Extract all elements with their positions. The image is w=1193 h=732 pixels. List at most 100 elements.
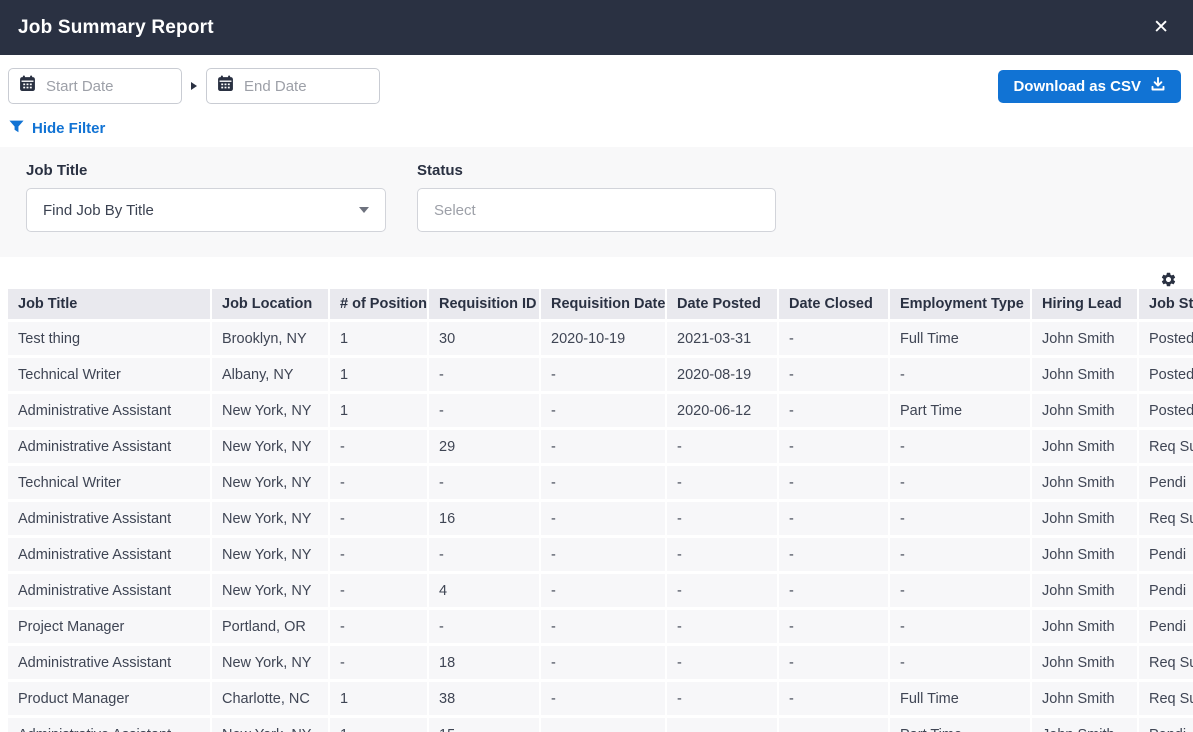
end-date-field[interactable] [206,68,380,104]
job-title-dropdown-value: Find Job By Title [43,202,154,219]
column-header: Job St [1139,289,1193,322]
table-cell: - [779,574,890,610]
table-cell: - [667,646,779,682]
table-cell: New York, NY [212,394,330,430]
table-cell: - [541,394,667,430]
table-cell: - [541,466,667,502]
column-header: Job Title [8,289,212,322]
start-date-input[interactable] [46,78,171,95]
table-cell: - [779,394,890,430]
status-filter-label: Status [417,162,776,179]
download-csv-button[interactable]: Download as CSV [998,70,1181,103]
table-cell: - [667,502,779,538]
table-cell: Administrative Assistant [8,430,212,466]
column-header: Date Closed [779,289,890,322]
table-cell: Posted [1139,394,1193,430]
table-row: Administrative AssistantNew York, NY115-… [8,718,1193,732]
table-settings-button[interactable] [1158,269,1179,289]
table-cell: - [890,610,1032,646]
table-cell: Administrative Assistant [8,574,212,610]
table-cell: Administrative Assistant [8,394,212,430]
page-title: Job Summary Report [18,17,214,39]
table-cell: - [330,574,429,610]
table-cell: - [890,502,1032,538]
table-cell: Administrative Assistant [8,718,212,732]
job-title-dropdown[interactable]: Find Job By Title [26,188,386,232]
table-cell: Full Time [890,682,1032,718]
column-header: Employment Type [890,289,1032,322]
table-cell: - [667,610,779,646]
table-cell: 16 [429,502,541,538]
table-cell: New York, NY [212,718,330,732]
table-cell: Full Time [890,322,1032,358]
table-cell: 1 [330,358,429,394]
table-cell: Pendi [1139,466,1193,502]
table-cell: Brooklyn, NY [212,322,330,358]
table-cell: - [541,502,667,538]
start-date-field[interactable] [8,68,182,104]
table-cell: Pendi [1139,610,1193,646]
table-cell: John Smith [1032,430,1139,466]
table-cell: 1 [330,394,429,430]
table-cell: John Smith [1032,718,1139,732]
table-cell: Technical Writer [8,358,212,394]
table-cell: 2021-03-31 [667,322,779,358]
table-cell: New York, NY [212,502,330,538]
status-select-input[interactable] [417,188,776,232]
table-cell: 18 [429,646,541,682]
table-cell: - [779,610,890,646]
column-header: Job Location [212,289,330,322]
modal-titlebar: Job Summary Report ✕ [0,0,1193,55]
table-cell: - [541,358,667,394]
table-cell: New York, NY [212,574,330,610]
close-icon[interactable]: ✕ [1147,14,1175,41]
table-cell: - [541,646,667,682]
table-cell: Part Time [890,394,1032,430]
table-row: Administrative AssistantNew York, NY----… [8,538,1193,574]
table-cell: 1 [330,322,429,358]
table-row: Test thingBrooklyn, NY1302020-10-192021-… [8,322,1193,358]
table-cell: 1 [330,682,429,718]
table-row: Technical WriterAlbany, NY1--2020-08-19-… [8,358,1193,394]
table-cell: - [890,430,1032,466]
table-cell: - [429,538,541,574]
table-row: Project ManagerPortland, OR------John Sm… [8,610,1193,646]
table-cell: John Smith [1032,394,1139,430]
toolbar: Download as CSV [0,55,1193,104]
table-cell: - [330,430,429,466]
table-cell: 29 [429,430,541,466]
table-cell: - [330,538,429,574]
hide-filter-link[interactable]: Hide Filter [0,104,105,137]
column-header: Date Posted [667,289,779,322]
table-row: Administrative AssistantNew York, NY-18-… [8,646,1193,682]
table-cell: John Smith [1032,538,1139,574]
table-cell: Administrative Assistant [8,502,212,538]
table-cell: John Smith [1032,358,1139,394]
table-row: Technical WriterNew York, NY------John S… [8,466,1193,502]
calendar-icon [19,75,36,97]
column-header: # of Positions [330,289,429,322]
report-table-container: Job TitleJob Location# of PositionsRequi… [8,289,1193,732]
table-cell: - [330,610,429,646]
table-cell: New York, NY [212,466,330,502]
end-date-input[interactable] [244,78,369,95]
table-cell: - [779,358,890,394]
table-cell: John Smith [1032,610,1139,646]
table-cell: 15 [429,718,541,732]
table-cell: Pendi [1139,718,1193,732]
job-title-filter-label: Job Title [26,162,386,179]
table-cell: - [667,718,779,732]
table-cell: Pendi [1139,538,1193,574]
filter-panel: Job Title Find Job By Title Status [0,147,1193,257]
table-row: Administrative AssistantNew York, NY-4--… [8,574,1193,610]
gear-icon [1160,276,1177,291]
table-cell: - [429,610,541,646]
table-cell: New York, NY [212,646,330,682]
table-cell: John Smith [1032,502,1139,538]
table-cell: - [890,538,1032,574]
table-cell: John Smith [1032,466,1139,502]
table-toolbar [0,257,1193,289]
table-cell: John Smith [1032,574,1139,610]
table-cell: Posted [1139,358,1193,394]
table-cell: 2020-08-19 [667,358,779,394]
